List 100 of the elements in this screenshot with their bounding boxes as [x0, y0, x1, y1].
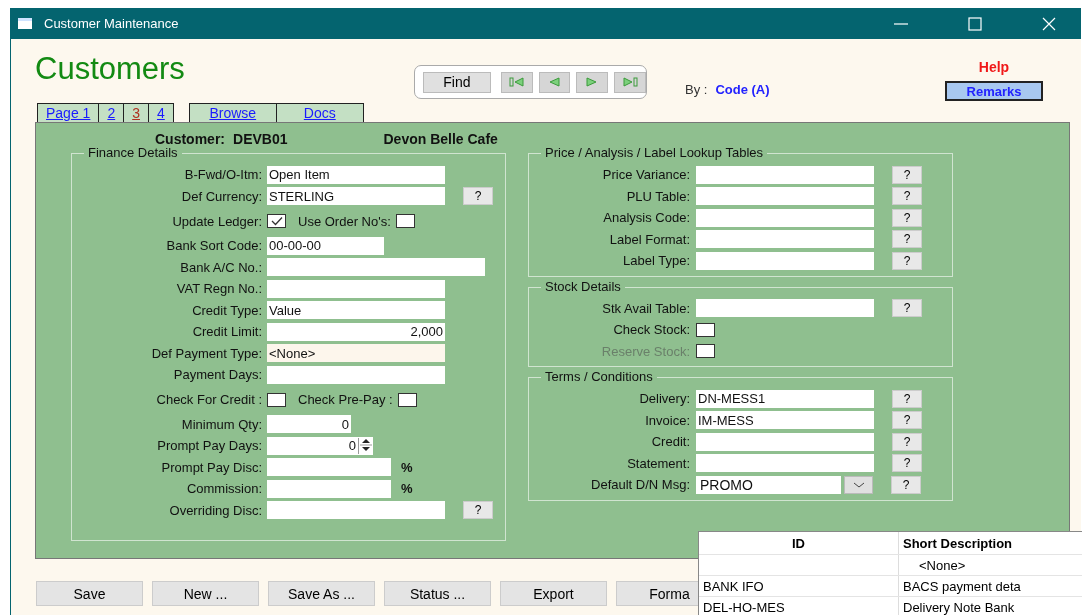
list-cell[interactable]: DEL-HO-MES — [699, 597, 899, 615]
field-label: Bank Sort Code: — [165, 238, 263, 254]
field-label: Reserve Stock: — [600, 343, 691, 359]
input-field[interactable] — [267, 501, 445, 520]
close-icon[interactable] — [1041, 15, 1057, 32]
list-cell[interactable]: <None> — [899, 557, 966, 573]
page-tab[interactable]: 3 — [124, 104, 149, 122]
field-label: Analysis Code: — [602, 210, 691, 226]
input-field[interactable]: IM-MESS — [696, 411, 874, 430]
maximize-icon[interactable] — [967, 15, 983, 32]
input-field[interactable]: 00-00-00 — [267, 236, 384, 255]
find-button[interactable]: Find — [423, 71, 491, 93]
lookup-button[interactable]: ? — [891, 475, 921, 494]
lookup-button[interactable]: ? — [463, 187, 493, 206]
input-field[interactable]: <None> — [267, 344, 445, 363]
input-field[interactable]: 0 — [267, 415, 351, 434]
lookup-button[interactable]: ? — [892, 251, 922, 270]
input-field[interactable]: Value — [267, 301, 445, 320]
page-link[interactable]: Docs — [276, 104, 363, 122]
window-icon — [18, 18, 32, 29]
field-label: Label Format: — [608, 231, 691, 247]
lookup-button[interactable]: ? — [892, 432, 922, 451]
group-title: Terms / Conditions — [541, 369, 657, 384]
input-field[interactable] — [696, 165, 874, 184]
field-label: B-Fwd/O-Itm: — [183, 167, 263, 183]
lookup-button[interactable]: ? — [892, 454, 922, 473]
checkbox[interactable] — [696, 322, 715, 337]
lookup-button[interactable]: ? — [892, 230, 922, 249]
spinner-icon[interactable] — [358, 437, 373, 454]
input-field[interactable] — [267, 279, 445, 298]
list-cell[interactable]: Delivery Note Bank — [899, 599, 1015, 615]
input-field[interactable]: STERLING — [267, 187, 445, 206]
field-label: Bank A/C No.: — [179, 259, 263, 275]
input-field[interactable] — [267, 458, 391, 477]
sort-label: By : — [685, 82, 708, 97]
field-label: Label Type: — [622, 253, 691, 269]
field-label: Stk Avail Table: — [601, 300, 691, 316]
previous-record-button[interactable] — [538, 71, 571, 93]
page-link[interactable]: Browse — [189, 104, 277, 122]
input-field[interactable] — [696, 432, 874, 451]
input-field[interactable] — [267, 258, 485, 277]
input-field[interactable] — [267, 479, 391, 498]
dropdown-button[interactable] — [844, 475, 873, 494]
input-field[interactable]: PROMO — [696, 475, 841, 494]
field-label: Payment Days: — [172, 367, 263, 383]
first-record-button[interactable] — [500, 71, 533, 93]
column-header: Short Description — [902, 535, 1013, 551]
customer-name: Devon Belle Cafe — [383, 131, 498, 149]
checkbox[interactable] — [267, 214, 286, 228]
chevron-down-icon — [852, 480, 865, 489]
lookup-button[interactable]: ? — [892, 165, 922, 184]
input-field[interactable] — [267, 365, 445, 384]
lookup-button[interactable]: ? — [892, 389, 922, 408]
input-field[interactable]: Open Item — [267, 165, 445, 184]
remarks-button[interactable]: Remarks — [945, 81, 1043, 101]
field-label: VAT Regn No.: — [175, 281, 263, 297]
field-label: Def Payment Type: — [150, 345, 263, 361]
page-tab[interactable]: 4 — [148, 104, 173, 122]
field-label: Minimum Qty: — [180, 416, 263, 432]
checkbox[interactable] — [395, 214, 415, 228]
lookup-button[interactable]: ? — [892, 299, 922, 318]
field-label: Overriding Disc: — [168, 502, 263, 518]
input-field[interactable]: 0 — [267, 436, 373, 455]
action-button[interactable]: Export — [500, 581, 607, 606]
list-cell[interactable]: BACS payment deta — [899, 578, 1021, 594]
list-cell[interactable]: BANK IFO — [699, 576, 899, 596]
checkbox[interactable] — [267, 392, 286, 407]
input-field[interactable]: 2,000 — [267, 322, 445, 341]
sort-value[interactable]: Code (A) — [715, 82, 770, 97]
next-record-button[interactable] — [576, 71, 609, 93]
field-label: Credit Limit: — [191, 324, 263, 340]
action-button[interactable]: Status ... — [384, 581, 491, 606]
checkbox-label: Check For Credit : — [155, 392, 263, 407]
group-title: Finance Details — [84, 145, 182, 160]
page-tab[interactable]: 2 — [99, 104, 125, 122]
last-icon — [622, 77, 639, 87]
input-field[interactable] — [696, 230, 874, 249]
action-button[interactable]: Save As ... — [268, 581, 375, 606]
lookup-button[interactable]: ? — [892, 411, 922, 430]
field-label: Def Currency: — [180, 188, 263, 204]
lookup-button[interactable]: ? — [463, 501, 493, 520]
check-icon — [270, 216, 283, 226]
input-field[interactable] — [696, 251, 874, 270]
field-label: Credit: — [650, 434, 691, 450]
input-field[interactable] — [696, 454, 874, 473]
page-tab[interactable]: Page 1 — [38, 104, 100, 122]
checkbox-label: Use Order No's: — [298, 213, 391, 229]
input-field[interactable] — [696, 208, 874, 227]
left-triangle-icon — [548, 77, 561, 87]
window-title: Customer Maintenance — [44, 16, 179, 31]
last-record-button[interactable] — [614, 71, 646, 93]
input-field[interactable] — [696, 187, 874, 206]
checkbox[interactable] — [397, 392, 417, 407]
help-link[interactable]: Help — [978, 59, 1010, 75]
input-field[interactable] — [696, 299, 874, 318]
lookup-button[interactable]: ? — [892, 208, 922, 227]
lookup-button[interactable]: ? — [892, 187, 922, 206]
action-button[interactable]: New ... — [152, 581, 259, 606]
input-field[interactable]: DN-MESS1 — [696, 389, 874, 408]
action-button[interactable]: Save — [36, 581, 143, 606]
